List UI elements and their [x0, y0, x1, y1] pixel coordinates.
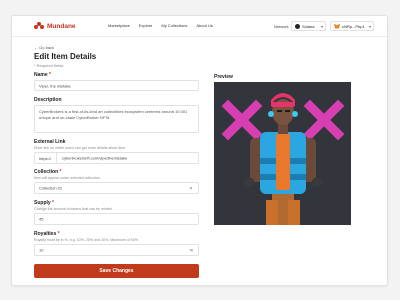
supply-value: 45 — [39, 216, 44, 222]
collection-hint: Item will appear under selected collecti… — [34, 176, 100, 180]
metamask-icon — [334, 23, 340, 29]
name-input[interactable]: Viper, the mistake — [34, 80, 199, 91]
cyberbroker-artwork — [214, 82, 351, 225]
name-value: Viper, the mistake — [39, 83, 71, 88]
brand-logo[interactable]: Mundane — [34, 22, 76, 30]
royalties-hint: Royalty must be in %, e.g. 10%, 20% and … — [34, 238, 139, 242]
nft-preview-image — [214, 82, 351, 225]
external-link-input[interactable]: https:// cyberbrokersnft.com/viperthemis… — [34, 152, 199, 164]
url-prefix: https:// — [35, 153, 57, 163]
logo-icon — [34, 22, 44, 30]
network-select[interactable]: Solana ▾ — [291, 21, 326, 31]
brand-name: Mundane — [47, 22, 76, 30]
app-window: Mundane Marketplace Explore My Collectio… — [11, 15, 388, 286]
royalties-value: 10 — [39, 247, 44, 253]
network-label: Network — [274, 24, 289, 29]
royalties-label: Royalties * — [34, 231, 60, 237]
page-background: Mundane Marketplace Explore My Collectio… — [0, 0, 400, 300]
collection-value: Collection 01 — [39, 185, 63, 191]
wallet-button[interactable]: cNRp...Pbp1 ▾ — [330, 21, 374, 31]
external-link-value: cyberbrokersnft.com/viperthemistake — [62, 155, 128, 161]
supply-hint: Change the amount of tokens that can be … — [34, 207, 112, 211]
chevron-down-icon: ▾ — [368, 23, 371, 29]
supply-label: Supply * — [34, 200, 55, 206]
required-note: * Required fields — [34, 63, 64, 68]
preview-label: Preview — [214, 74, 233, 80]
chevron-down-icon: ▾ — [189, 185, 192, 191]
description-value: CyberBrokers is a first-of-its-kind art … — [39, 109, 188, 120]
percent-suffix: % — [189, 247, 193, 253]
external-link-hint: Enter link on which users can get more d… — [34, 146, 126, 150]
top-navigation-bar: Mundane Marketplace Explore My Collectio… — [12, 16, 387, 37]
back-label: Go back — [39, 45, 55, 50]
arrow-left-icon: ← — [34, 45, 38, 50]
external-link-label: External Link — [34, 139, 66, 145]
save-changes-button[interactable]: Save Changes — [34, 264, 199, 278]
nav-explore[interactable]: Explore — [139, 23, 153, 28]
nav-marketplace[interactable]: Marketplace — [108, 23, 130, 28]
nav-my-collections[interactable]: My Collections — [161, 23, 187, 28]
name-label: Name * — [34, 72, 51, 78]
nav-about-us[interactable]: About Us — [196, 23, 212, 28]
page-title: Edit Item Details — [34, 52, 97, 61]
network-value: Solana — [302, 23, 315, 29]
main-nav: Marketplace Explore My Collections About… — [108, 23, 213, 28]
chevron-down-icon: ▾ — [320, 23, 323, 29]
royalties-input[interactable]: 10 % — [34, 244, 199, 256]
back-link[interactable]: ← Go back — [34, 45, 54, 50]
collection-label: Collection * — [34, 169, 62, 175]
supply-input[interactable]: 45 — [34, 213, 199, 225]
collection-select[interactable]: Collection 01 ▾ — [34, 182, 199, 194]
solana-icon — [295, 23, 300, 29]
description-textarea[interactable]: CyberBrokers is a first-of-its-kind art … — [34, 105, 199, 133]
description-label: Description — [34, 97, 62, 103]
wallet-address: cNRp...Pbp1 — [342, 23, 365, 29]
